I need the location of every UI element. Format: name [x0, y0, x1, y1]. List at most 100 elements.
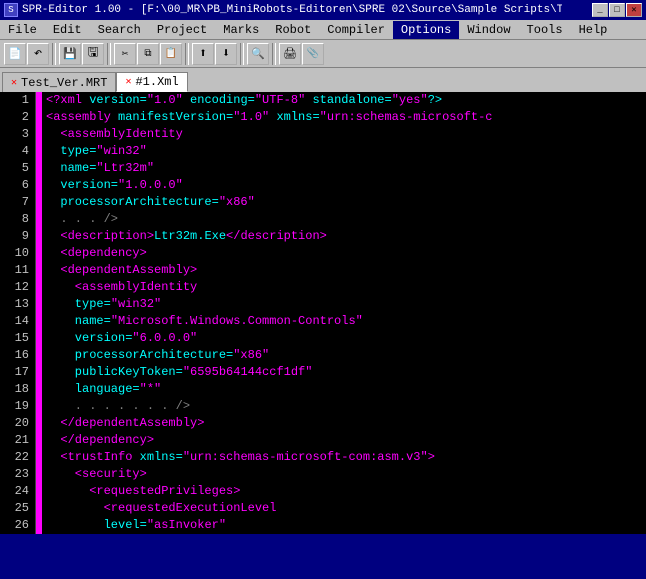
code-line-11: <dependentAssembly> — [46, 262, 646, 279]
tab-close-icon-2[interactable]: ✕ — [125, 76, 131, 88]
toolbar-sep2 — [107, 43, 111, 65]
code-line-9: <description>Ltr32m.Exe</description> — [46, 228, 646, 245]
code-line-22: <trustInfo xmlns="urn:schemas-microsoft-… — [46, 449, 646, 466]
code-line-21: </dependency> — [46, 432, 646, 449]
toolbar-sep1 — [52, 43, 56, 65]
code-line-7: processorArchitecture="x86" — [46, 194, 646, 211]
code-line-10: <dependency> — [46, 245, 646, 262]
code-line-19: . . . . . . . /> — [46, 398, 646, 415]
code-line-3: <assemblyIdentity — [46, 126, 646, 143]
code-line-20: </dependentAssembly> — [46, 415, 646, 432]
toolbar-copy[interactable]: ⧉ — [137, 43, 159, 65]
line-num-3: 3 — [6, 126, 29, 143]
tab-bar: ✕ Test_Ver.MRT ✕ #1.Xml — [0, 68, 646, 92]
toolbar-sep5 — [272, 43, 276, 65]
line-num-1: 1 — [6, 92, 29, 109]
code-line-23: <security> — [46, 466, 646, 483]
toolbar-undo[interactable]: ↶ — [27, 43, 49, 65]
line-num-9: 9 — [6, 228, 29, 245]
code-line-14: name="Microsoft.Windows.Common-Controls" — [46, 313, 646, 330]
line-num-24: 24 — [6, 483, 29, 500]
line-num-14: 14 — [6, 313, 29, 330]
tab-1-xml[interactable]: ✕ #1.Xml — [116, 72, 187, 92]
line-num-6: 6 — [6, 177, 29, 194]
line-num-7: 7 — [6, 194, 29, 211]
code-line-1: <?xml version="1.0" encoding="UTF-8" sta… — [46, 92, 646, 109]
title-bar: S SPR-Editor 1.00 - [F:\00_MR\PB_MiniRob… — [0, 0, 646, 20]
line-numbers: 1 2 3 4 5 6 7 8 9 10 11 12 13 14 15 16 1… — [0, 92, 36, 534]
toolbar-sep4 — [240, 43, 244, 65]
code-line-6: version="1.0.0.0" — [46, 177, 646, 194]
line-num-2: 2 — [6, 109, 29, 126]
line-num-11: 11 — [6, 262, 29, 279]
code-line-5: name="Ltr32m" — [46, 160, 646, 177]
line-num-21: 21 — [6, 432, 29, 449]
line-num-22: 22 — [6, 449, 29, 466]
menu-tools[interactable]: Tools — [519, 21, 571, 39]
toolbar-save2[interactable]: 🖫 — [82, 43, 104, 65]
toolbar-sep3 — [185, 43, 189, 65]
toolbar-upload[interactable]: ⬆ — [192, 43, 214, 65]
menu-search[interactable]: Search — [90, 21, 149, 39]
code-line-16: processorArchitecture="x86" — [46, 347, 646, 364]
title-bar-left: S SPR-Editor 1.00 - [F:\00_MR\PB_MiniRob… — [4, 3, 562, 17]
toolbar-search[interactable]: 🔍 — [247, 43, 269, 65]
editor-area[interactable]: 1 2 3 4 5 6 7 8 9 10 11 12 13 14 15 16 1… — [0, 92, 646, 534]
tab-label-2: #1.Xml — [135, 75, 178, 89]
menu-edit[interactable]: Edit — [45, 21, 90, 39]
toolbar-new[interactable]: 📄 — [4, 43, 26, 65]
code-line-13: type="win32" — [46, 296, 646, 313]
line-num-19: 19 — [6, 398, 29, 415]
close-button[interactable]: ✕ — [626, 3, 642, 17]
line-num-13: 13 — [6, 296, 29, 313]
line-num-23: 23 — [6, 466, 29, 483]
line-num-5: 5 — [6, 160, 29, 177]
toolbar-paste[interactable]: 📋 — [160, 43, 182, 65]
toolbar-print[interactable]: 🖨 — [279, 43, 301, 65]
toolbar-print2[interactable]: 📎 — [302, 43, 324, 65]
toolbar-download[interactable]: ⬇ — [215, 43, 237, 65]
menu-compiler[interactable]: Compiler — [319, 21, 393, 39]
menu-marks[interactable]: Marks — [215, 21, 267, 39]
line-num-17: 17 — [6, 364, 29, 381]
minimize-button[interactable]: _ — [592, 3, 608, 17]
line-num-10: 10 — [6, 245, 29, 262]
tab-close-icon[interactable]: ✕ — [11, 77, 17, 89]
line-num-8: 8 — [6, 211, 29, 228]
menu-help[interactable]: Help — [571, 21, 616, 39]
line-num-4: 4 — [6, 143, 29, 160]
app-icon: S — [4, 3, 18, 17]
tab-label: Test_Ver.MRT — [21, 76, 107, 90]
title-bar-controls: _ □ ✕ — [592, 3, 642, 17]
line-num-25: 25 — [6, 500, 29, 517]
line-num-16: 16 — [6, 347, 29, 364]
menu-robot[interactable]: Robot — [267, 21, 319, 39]
code-line-12: <assemblyIdentity — [46, 279, 646, 296]
menu-project[interactable]: Project — [149, 21, 215, 39]
menu-options[interactable]: Options — [393, 21, 459, 39]
code-line-17: publicKeyToken="6595b64144ccf1df" — [46, 364, 646, 381]
toolbar-cut[interactable]: ✂ — [114, 43, 136, 65]
code-line-24: <requestedPrivileges> — [46, 483, 646, 500]
code-line-26: level="asInvoker" — [46, 517, 646, 534]
line-num-15: 15 — [6, 330, 29, 347]
toolbar: 📄 ↶ 💾 🖫 ✂ ⧉ 📋 ⬆ ⬇ 🔍 🖨 📎 — [0, 40, 646, 68]
menu-bar: File Edit Search Project Marks Robot Com… — [0, 20, 646, 40]
code-line-15: version="6.0.0.0" — [46, 330, 646, 347]
menu-file[interactable]: File — [0, 21, 45, 39]
title-text: SPR-Editor 1.00 - [F:\00_MR\PB_MiniRobot… — [22, 4, 562, 16]
code-line-18: language="*" — [46, 381, 646, 398]
tab-test-ver-mrt[interactable]: ✕ Test_Ver.MRT — [2, 72, 116, 92]
menu-window[interactable]: Window — [459, 21, 518, 39]
maximize-button[interactable]: □ — [609, 3, 625, 17]
line-num-12: 12 — [6, 279, 29, 296]
code-line-8: . . . /> — [46, 211, 646, 228]
line-num-20: 20 — [6, 415, 29, 432]
code-line-2: <assembly manifestVersion="1.0" xmlns="u… — [46, 109, 646, 126]
code-line-25: <requestedExecutionLevel — [46, 500, 646, 517]
toolbar-save[interactable]: 💾 — [59, 43, 81, 65]
code-line-4: type="win32" — [46, 143, 646, 160]
line-num-26: 26 — [6, 517, 29, 534]
code-content[interactable]: <?xml version="1.0" encoding="UTF-8" sta… — [42, 92, 646, 534]
line-num-18: 18 — [6, 381, 29, 398]
